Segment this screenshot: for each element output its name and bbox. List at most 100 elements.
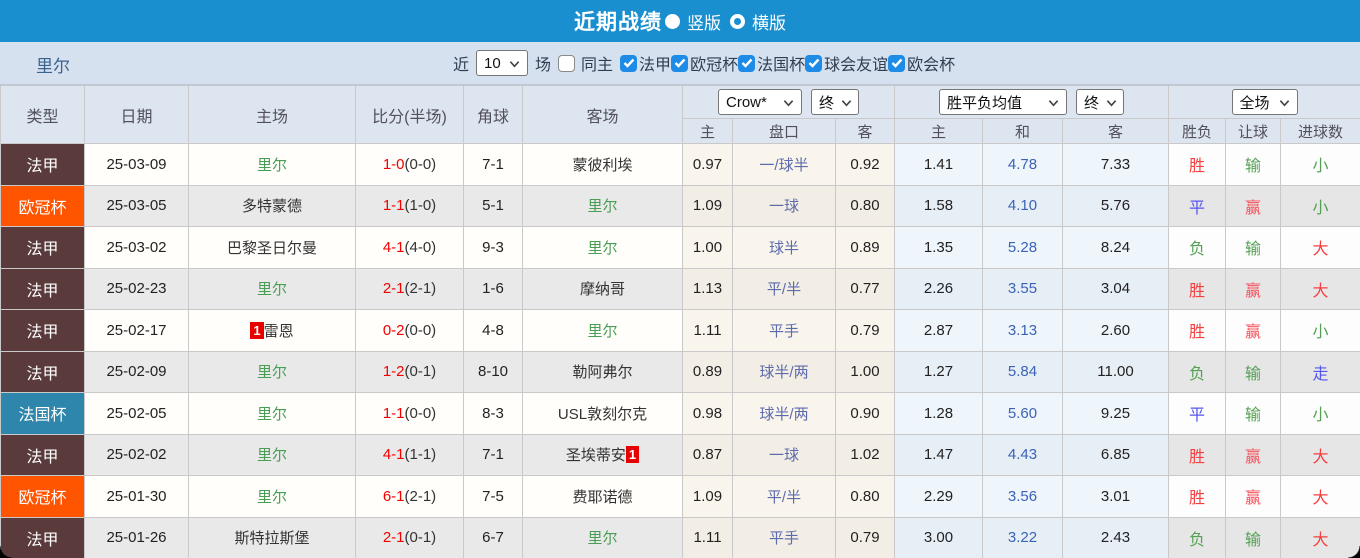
team-link[interactable]: 圣埃蒂安1 <box>566 447 639 464</box>
score-cell: 0-2(0-0) <box>356 310 464 352</box>
result-outcome: 负 <box>1169 351 1226 393</box>
avg-home-odds: 1.47 <box>895 434 983 476</box>
team-link[interactable]: 斯特拉斯堡 <box>234 530 309 547</box>
home-team-cell: 1雷恩 <box>189 310 356 352</box>
home-team-cell: 里尔 <box>189 393 356 435</box>
result-outcome: 平 <box>1169 185 1226 227</box>
league-checkbox-label: 欧冠杯 <box>690 51 738 75</box>
results-table: 类型 日期 主场 比分(半场) 角球 客场 Crow* 终 <box>0 85 1360 558</box>
same-home-checkbox[interactable] <box>558 55 575 72</box>
result-outcome: 胜 <box>1169 434 1226 476</box>
league-checkbox[interactable] <box>805 55 822 72</box>
team-link[interactable]: 1雷恩 <box>250 323 293 340</box>
away-team-cell: 里尔 <box>523 185 683 227</box>
league-checkbox[interactable] <box>671 55 688 72</box>
layout-radio-label: 竖版 <box>687 9 721 34</box>
asian-home-odds: 0.98 <box>683 393 733 435</box>
avg-type-select[interactable]: 胜平负均值 <box>939 89 1067 115</box>
team-link[interactable]: 巴黎圣日尔曼 <box>227 240 317 257</box>
date-cell: 25-02-17 <box>85 310 189 352</box>
away-team-cell: 蒙彼利埃 <box>523 144 683 186</box>
team-link[interactable]: 里尔 <box>587 530 617 547</box>
match-row: 欧冠杯25-01-30里尔6-1(2-1)7-5费耶诺德1.09平/半0.802… <box>1 476 1360 518</box>
league-checkbox[interactable] <box>620 55 637 72</box>
league-checkbox-label: 欧会杯 <box>907 51 955 75</box>
team-link[interactable]: 里尔 <box>587 240 617 257</box>
corners-cell: 8-10 <box>464 351 523 393</box>
home-team-cell: 里尔 <box>189 268 356 310</box>
corners-cell: 6-7 <box>464 517 523 558</box>
team-link[interactable]: 里尔 <box>257 281 287 298</box>
team-link[interactable]: 里尔 <box>257 447 287 464</box>
league-type-cell: 法国杯 <box>1 393 85 435</box>
sub-header-goals: 进球数 <box>1281 119 1360 144</box>
asian-home-odds: 1.11 <box>683 517 733 558</box>
team-link[interactable]: 里尔 <box>587 198 617 215</box>
asian-away-odds: 0.80 <box>836 476 895 518</box>
chevron-down-icon <box>509 55 520 72</box>
match-row: 法甲25-01-26斯特拉斯堡2-1(0-1)6-7里尔1.11平手0.793.… <box>1 517 1360 558</box>
date-cell: 25-03-02 <box>85 227 189 269</box>
corners-cell: 7-5 <box>464 476 523 518</box>
team-link[interactable]: 里尔 <box>257 364 287 381</box>
league-checkbox[interactable] <box>888 55 905 72</box>
team-link[interactable]: 蒙彼利埃 <box>572 157 632 174</box>
result-handicap: 输 <box>1226 393 1281 435</box>
team-name[interactable]: 里尔 <box>36 52 70 77</box>
score-cell: 6-1(2-1) <box>356 476 464 518</box>
home-team-cell: 里尔 <box>189 351 356 393</box>
layout-radio-horizontal[interactable]: 横版 <box>730 9 786 34</box>
team-link[interactable]: 里尔 <box>257 157 287 174</box>
asian-away-odds: 0.79 <box>836 517 895 558</box>
avg-draw-odds: 3.22 <box>983 517 1063 558</box>
odds-stage-select[interactable]: 终 <box>811 89 859 115</box>
asian-away-odds: 0.89 <box>836 227 895 269</box>
team-link[interactable]: USL敦刻尔克 <box>558 406 647 423</box>
match-row: 法国杯25-02-05里尔1-1(0-0)8-3USL敦刻尔克0.98球半/两0… <box>1 393 1360 435</box>
team-link[interactable]: 多特蒙德 <box>242 198 302 215</box>
result-goals: 小 <box>1281 185 1360 227</box>
team-link[interactable]: 费耶诺德 <box>572 489 632 506</box>
home-team-cell: 里尔 <box>189 434 356 476</box>
radio-icon <box>730 14 745 29</box>
corners-cell: 7-1 <box>464 434 523 476</box>
avg-away-odds: 6.85 <box>1063 434 1169 476</box>
corners-cell: 5-1 <box>464 185 523 227</box>
league-type-cell: 法甲 <box>1 144 85 186</box>
team-link[interactable]: 里尔 <box>257 489 287 506</box>
avg-home-odds: 2.87 <box>895 310 983 352</box>
asian-home-odds: 1.00 <box>683 227 733 269</box>
score-cell: 2-1(0-1) <box>356 517 464 558</box>
team-link[interactable]: 里尔 <box>587 323 617 340</box>
odds-company-select[interactable]: Crow* <box>718 89 802 115</box>
team-link[interactable]: 里尔 <box>257 406 287 423</box>
handicap-line: 球半 <box>733 227 836 269</box>
asian-home-odds: 0.87 <box>683 434 733 476</box>
handicap-line: 球半/两 <box>733 393 836 435</box>
date-cell: 25-02-05 <box>85 393 189 435</box>
avg-stage-select[interactable]: 终 <box>1076 89 1124 115</box>
recent-count-select[interactable]: 10 <box>476 50 528 76</box>
asian-home-odds: 1.09 <box>683 476 733 518</box>
asian-away-odds: 0.90 <box>836 393 895 435</box>
corners-cell: 8-3 <box>464 393 523 435</box>
team-link[interactable]: 摩纳哥 <box>580 281 625 298</box>
avg-home-odds: 1.35 <box>895 227 983 269</box>
league-checkbox[interactable] <box>738 55 755 72</box>
match-scope-select[interactable]: 全场 <box>1232 89 1298 115</box>
layout-radio-vertical[interactable]: 竖版 <box>665 9 721 34</box>
asian-odds-group-header: Crow* 终 <box>683 86 895 119</box>
recent-label: 近 <box>453 51 469 75</box>
chevron-down-icon <box>841 94 852 111</box>
league-filter-group: 法甲欧冠杯法国杯球会友谊欧会杯 <box>620 51 955 75</box>
avg-draw-odds: 4.78 <box>983 144 1063 186</box>
away-team-cell: 里尔 <box>523 310 683 352</box>
asian-away-odds: 0.80 <box>836 185 895 227</box>
team-link[interactable]: 勒阿弗尔 <box>572 364 632 381</box>
league-type-cell: 法甲 <box>1 310 85 352</box>
avg-away-odds: 2.43 <box>1063 517 1169 558</box>
league-type-cell: 法甲 <box>1 517 85 558</box>
away-team-cell: USL敦刻尔克 <box>523 393 683 435</box>
unit-label: 场 <box>535 51 551 75</box>
match-row: 法甲25-03-09里尔1-0(0-0)7-1蒙彼利埃0.97一/球半0.921… <box>1 144 1360 186</box>
